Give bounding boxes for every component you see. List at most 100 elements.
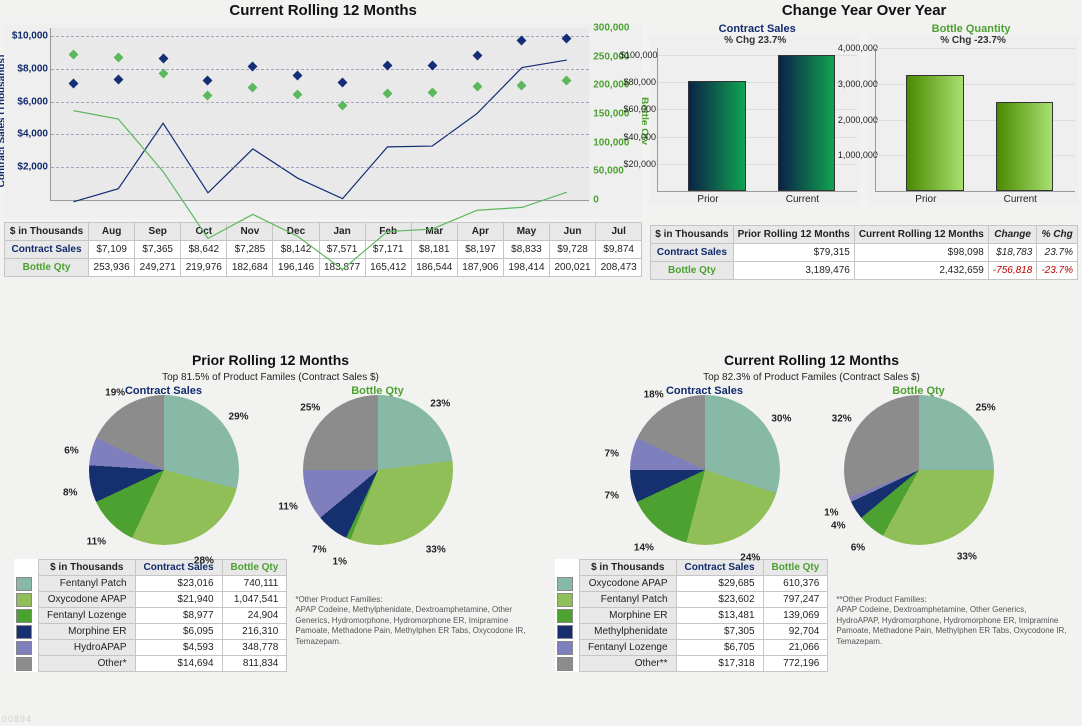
- line-chart-container: Contract Sales (Thousands) Bottle Qty $2…: [4, 23, 642, 218]
- y-tick: 2,000,000: [838, 115, 874, 125]
- yoy-sales-bar-area: $20,000$40,000$60,000$80,000$100,000: [657, 48, 857, 192]
- pie-slice-label: 29%: [229, 411, 249, 422]
- yoy-qty-chart: % Chg -23.7% 1,000,0002,000,0003,000,000…: [868, 35, 1078, 205]
- current-qty-pie: Bottle Qty 25%33%6%4%1%32%: [814, 385, 1024, 555]
- y-right-tick: 300,000: [593, 23, 641, 34]
- pie-chart: [844, 395, 994, 545]
- pie-slice-label: 28%: [194, 555, 214, 566]
- pie-slice-label: 6%: [64, 446, 78, 457]
- prior-label: Prior: [879, 194, 973, 205]
- legend-swatch: [557, 577, 573, 591]
- legend-swatch: [16, 577, 32, 591]
- legend-swatch: [16, 641, 32, 655]
- y-left-tick: $8,000: [6, 63, 48, 74]
- bar-prior: [906, 75, 964, 191]
- y-tick: $40,000: [620, 132, 656, 142]
- current-sales-pie: Contract Sales 30%24%14%7%7%18%: [600, 385, 810, 555]
- legend-swatch: [557, 609, 573, 623]
- yoy-sales-label: Contract Sales: [650, 23, 864, 35]
- pie-slice-label: 6%: [851, 543, 865, 554]
- prior-footnote: *Other Product Families: APAP Codeine, M…: [287, 555, 537, 647]
- yoy-sales-chg: % Chg 23.7%: [724, 35, 786, 46]
- current-footnote: **Other Product Families: APAP Codeine, …: [828, 555, 1078, 647]
- pie-chart: [303, 395, 453, 545]
- pie-slice-label: 19%: [105, 388, 125, 399]
- legend-swatch: [557, 641, 573, 655]
- yoy-qty-label: Bottle Quantity: [864, 23, 1078, 35]
- pie-slice-label: 33%: [426, 545, 446, 556]
- yoy-sales-cat-labels: Prior Current: [661, 194, 850, 205]
- pie-slice-label: 11%: [278, 502, 297, 513]
- current-subtitle: Top 82.3% of Product Familes (Contract S…: [545, 372, 1078, 383]
- plot-area: $2,000$4,000$6,000$8,000$10,000050,00010…: [50, 28, 589, 201]
- pie-slice-label: 23%: [430, 398, 450, 409]
- y-tick: 1,000,000: [838, 150, 874, 160]
- pie-slice-label: 7%: [605, 449, 619, 460]
- legend-swatch: [557, 625, 573, 639]
- current-title: Current Rolling 12 Months: [545, 352, 1078, 368]
- legend-swatch: [16, 609, 32, 623]
- current-product-table: $ in ThousandsContract SalesBottle QtyOx…: [555, 559, 828, 672]
- pie-slice-label: 14%: [634, 543, 654, 554]
- y-tick: $20,000: [620, 159, 656, 169]
- prior-footnote-body: APAP Codeine, Methylphenidate, Dextroamp…: [295, 605, 525, 645]
- prior-label: Prior: [661, 194, 755, 205]
- rolling-12-panel: Current Rolling 12 Months Contract Sales…: [4, 2, 642, 342]
- y-left-tick: $10,000: [6, 31, 48, 42]
- pie-slice-label: 11%: [87, 537, 106, 548]
- pie-slice-label: 25%: [300, 402, 320, 413]
- pie-slice-label: 30%: [771, 414, 791, 425]
- pie-slice-label: 1%: [824, 507, 838, 518]
- legend-swatch: [16, 625, 32, 639]
- legend-swatch: [557, 657, 573, 671]
- bar-current: [778, 55, 836, 191]
- watermark: 00894: [2, 714, 32, 724]
- pie-slice-label: 32%: [832, 414, 852, 425]
- yoy-qty-cat-labels: Prior Current: [879, 194, 1068, 205]
- yoy-charts: % Chg 23.7% $20,000$40,000$60,000$80,000…: [650, 35, 1078, 205]
- prior-qty-pie: Bottle Qty 23%33%1%7%11%25%: [273, 385, 483, 555]
- pie-slice-label: 24%: [740, 553, 760, 564]
- current-footnote-head: **Other Product Families:: [836, 595, 926, 604]
- pie-slice-label: 1%: [333, 557, 347, 568]
- y-tick: 4,000,000: [838, 43, 874, 53]
- y-left-tick: $4,000: [6, 129, 48, 140]
- prior-product-table: $ in ThousandsContract SalesBottle QtyFe…: [14, 559, 287, 672]
- legend-swatch: [557, 593, 573, 607]
- y-tick: $100,000: [620, 50, 656, 60]
- series-line-contract-sales: [73, 60, 566, 202]
- bar-current: [996, 102, 1054, 191]
- y-left-tick: $6,000: [6, 96, 48, 107]
- top-row: Current Rolling 12 Months Contract Sales…: [4, 2, 1078, 342]
- pie-slice-label: 33%: [957, 551, 977, 562]
- yoy-subtitle-row: Contract Sales Bottle Quantity: [650, 23, 1078, 35]
- pie-slice-label: 4%: [831, 520, 845, 531]
- legend-swatch: [16, 657, 32, 671]
- pie-slice-label: 7%: [312, 545, 326, 556]
- pie-slice-label: 8%: [63, 487, 77, 498]
- pie-chart: [89, 395, 239, 545]
- dashboard: Current Rolling 12 Months Contract Sales…: [0, 0, 1082, 726]
- y-right-tick: 0: [593, 195, 641, 206]
- y-tick: $60,000: [620, 104, 656, 114]
- yoy-table: $ in ThousandsPrior Rolling 12 MonthsCur…: [650, 225, 1078, 280]
- pie-slice-label: 7%: [605, 490, 619, 501]
- pie-slice-label: 18%: [644, 389, 664, 400]
- current-label: Current: [973, 194, 1067, 205]
- current-label: Current: [755, 194, 849, 205]
- yoy-qty-bar-area: 1,000,0002,000,0003,000,0004,000,000: [875, 48, 1075, 192]
- y-tick: $80,000: [620, 77, 656, 87]
- yoy-title: Change Year Over Year: [650, 2, 1078, 19]
- rolling-12-title: Current Rolling 12 Months: [4, 2, 642, 19]
- y-tick: 3,000,000: [838, 79, 874, 89]
- yoy-sales-chart: % Chg 23.7% $20,000$40,000$60,000$80,000…: [650, 35, 860, 205]
- y-left-tick: $2,000: [6, 162, 48, 173]
- legend-swatch: [16, 593, 32, 607]
- prior-sales-pie: Contract Sales 29%28%11%8%6%19%: [59, 385, 269, 555]
- current-pie-pair: Contract Sales 30%24%14%7%7%18% Bottle Q…: [545, 385, 1078, 555]
- current-pie-block: Current Rolling 12 Months Top 82.3% of P…: [545, 352, 1078, 712]
- bar-prior: [688, 81, 746, 191]
- current-footnote-body: APAP Codeine, Dextroamphetamine, Other G…: [836, 605, 1066, 645]
- yoy-qty-chg: % Chg -23.7%: [940, 35, 1006, 46]
- yoy-panel: Change Year Over Year Contract Sales Bot…: [650, 2, 1078, 342]
